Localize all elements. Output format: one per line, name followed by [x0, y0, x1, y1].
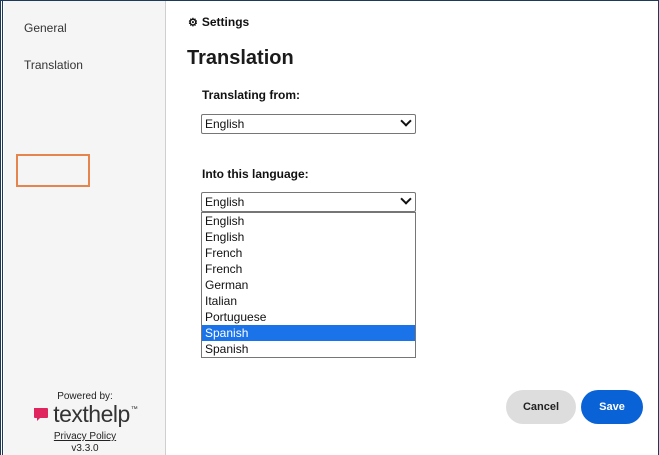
- into-language-label: Into this language:: [202, 167, 309, 181]
- focus-outline[interactable]: [16, 154, 90, 187]
- chevron-down-icon: [400, 193, 412, 205]
- sidebar: General Translation Powered by: texthelp…: [4, 1, 166, 455]
- save-button[interactable]: Save: [581, 390, 643, 424]
- sidebar-item-general[interactable]: General: [24, 21, 67, 35]
- sidebar-item-translation[interactable]: Translation: [24, 58, 83, 72]
- version-label: v3.3.0: [71, 443, 99, 454]
- dropdown-option[interactable]: German: [202, 277, 415, 293]
- translating-from-label: Translating from:: [202, 88, 301, 102]
- gear-icon: ⚙: [188, 16, 198, 29]
- settings-title: Settings: [201, 15, 250, 29]
- dropdown-option[interactable]: English: [202, 213, 415, 229]
- page-title: Translation: [187, 47, 294, 69]
- brand-name: texthelp: [53, 401, 130, 427]
- dropdown-option[interactable]: Portuguese: [202, 309, 415, 325]
- into-language-value: English: [205, 195, 245, 209]
- chevron-down-icon: [400, 115, 412, 127]
- brand-trademark: ™: [130, 406, 138, 413]
- texthelp-logo: texthelp ™: [22, 402, 148, 426]
- into-language-select[interactable]: English: [201, 192, 416, 212]
- dropdown-option[interactable]: French: [202, 245, 415, 261]
- dropdown-option[interactable]: Spanish: [202, 325, 415, 341]
- translating-from-select[interactable]: English: [201, 114, 416, 134]
- dropdown-option[interactable]: French: [202, 261, 415, 277]
- privacy-policy-link[interactable]: Privacy Policy: [4, 431, 166, 442]
- texthelp-mark-icon: [34, 408, 49, 421]
- cancel-button[interactable]: Cancel: [506, 390, 576, 424]
- window-edge: [2, 0, 3, 455]
- dropdown-option[interactable]: Spanish: [202, 341, 415, 357]
- dropdown-option[interactable]: Italian: [202, 293, 415, 309]
- language-dropdown-list[interactable]: English English French French German Ita…: [201, 212, 416, 358]
- settings-header: ⚙ Settings: [188, 15, 249, 29]
- dropdown-option[interactable]: English: [202, 229, 415, 245]
- translating-from-value: English: [205, 117, 245, 131]
